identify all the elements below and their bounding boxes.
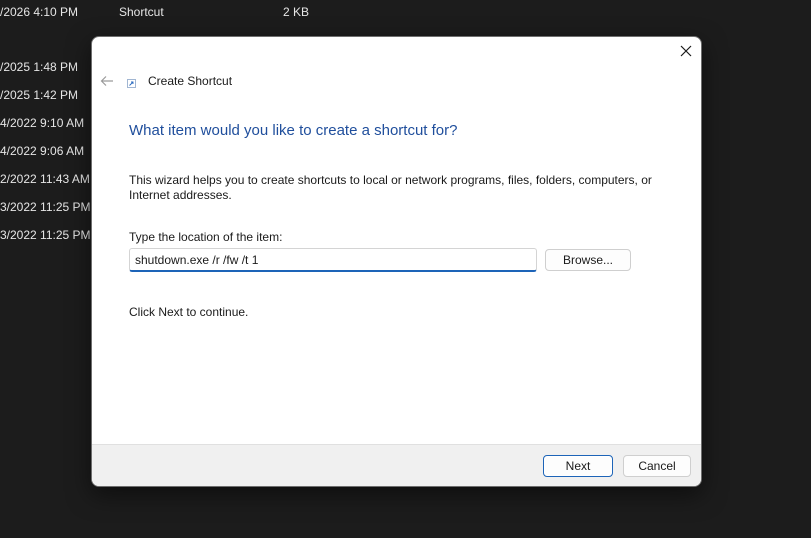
close-icon <box>680 45 692 57</box>
file-type: Shortcut <box>119 5 164 19</box>
back-arrow-icon <box>100 76 113 86</box>
dialog-footer: Next Cancel <box>92 444 701 486</box>
file-date: 2/2022 11:43 AM <box>0 172 90 186</box>
file-date: /2025 1:48 PM <box>0 60 79 74</box>
shortcut-wizard-icon <box>127 79 136 88</box>
close-button[interactable] <box>671 37 701 65</box>
file-date: 3/2022 11:25 PM <box>0 200 91 214</box>
file-date: /2026 4:10 PM <box>0 5 79 19</box>
browse-button[interactable]: Browse... <box>545 249 631 271</box>
file-date: /2025 1:42 PM <box>0 88 79 102</box>
file-date: 4/2022 9:10 AM <box>0 116 85 130</box>
create-shortcut-dialog: Create Shortcut What item would you like… <box>91 36 702 487</box>
next-button[interactable]: Next <box>543 455 613 477</box>
cancel-button[interactable]: Cancel <box>623 455 691 477</box>
file-size: 2 KB <box>283 5 310 19</box>
wizard-description: This wizard helps you to create shortcut… <box>129 173 652 202</box>
continue-hint: Click Next to continue. <box>129 305 249 319</box>
back-button[interactable] <box>98 72 116 90</box>
location-label: Type the location of the item: <box>129 230 283 244</box>
file-date: 3/2022 11:25 PM <box>0 228 91 242</box>
dialog-title: Create Shortcut <box>148 74 233 88</box>
file-date: 4/2022 9:06 AM <box>0 144 85 158</box>
location-input[interactable] <box>129 248 537 272</box>
page-heading: What item would you like to create a sho… <box>129 122 458 139</box>
